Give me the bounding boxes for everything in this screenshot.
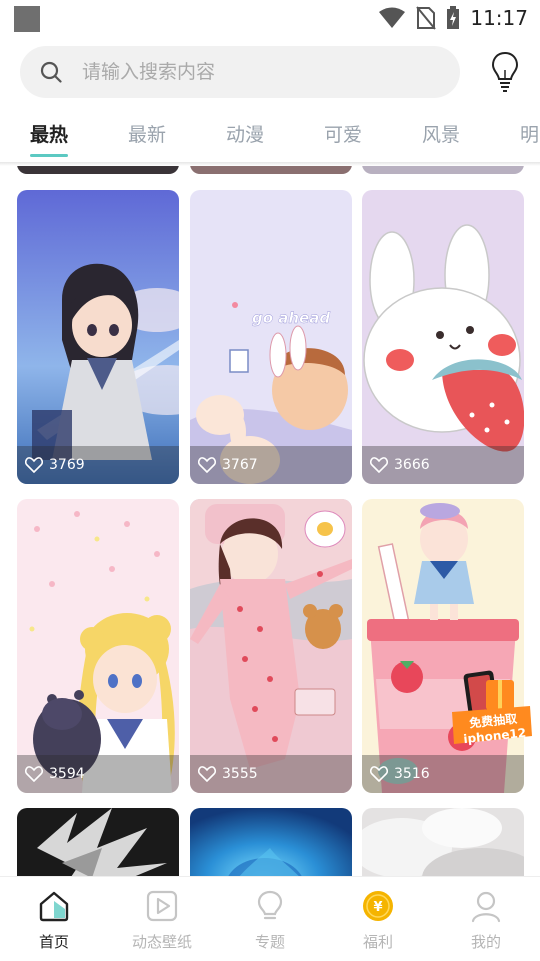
category-tabs: 最热 最新 动漫 可爱 风景 明 xyxy=(0,112,540,162)
svg-text:¥: ¥ xyxy=(373,900,382,915)
wallpaper-card[interactable] xyxy=(362,808,524,876)
nav-live-wallpaper[interactable]: 动态壁纸 xyxy=(108,877,216,961)
nav-live-wallpaper-label: 动态壁纸 xyxy=(131,933,192,951)
wallpaper-card[interactable] xyxy=(190,808,352,876)
nav-topics[interactable]: 专题 xyxy=(216,877,324,961)
wallpaper-thumbnail xyxy=(362,190,524,484)
likes-count: 3594 xyxy=(49,766,85,782)
nav-home-label: 首页 xyxy=(38,933,69,951)
search-box[interactable] xyxy=(20,46,460,98)
wallpaper-card[interactable]: 3555 xyxy=(190,499,352,793)
status-time: 11:17 xyxy=(470,6,528,30)
wallpaper-thumbnail xyxy=(17,190,179,484)
likes-bar: 3594 xyxy=(17,755,179,793)
wallpaper-thumbnail xyxy=(17,808,179,876)
tab-indicator xyxy=(30,154,68,157)
likes-bar: 3767 xyxy=(190,446,352,484)
wallpaper-card[interactable]: 3769 xyxy=(17,190,179,484)
nav-home[interactable]: 首页 xyxy=(0,877,108,961)
status-icons: 11:17 xyxy=(378,4,528,32)
bottom-nav: 首页 动态壁纸 专题 ¥ 福利 我的 xyxy=(0,876,540,960)
no-sim-icon xyxy=(416,6,437,30)
likes-count: 3555 xyxy=(222,766,258,782)
wallpaper-card-partial[interactable] xyxy=(17,166,179,174)
wallpaper-thumbnail: go ahead xyxy=(190,190,352,484)
likes-bar: 3516 xyxy=(362,755,524,793)
likes-count: 3516 xyxy=(394,766,430,782)
wallpaper-card[interactable] xyxy=(17,808,179,876)
wallpaper-grid: 3769 go ahead 3767 3666 3594 3555 3516 免… xyxy=(0,166,540,876)
likes-bar: 3769 xyxy=(17,446,179,484)
status-bar: 11:17 xyxy=(0,0,540,36)
battery-charging-icon xyxy=(447,6,460,29)
search-input[interactable] xyxy=(82,61,422,83)
wifi-icon xyxy=(379,7,406,28)
tab-scenery[interactable]: 风景 xyxy=(422,120,460,147)
heart-icon[interactable] xyxy=(370,457,388,473)
wallpaper-card-partial[interactable] xyxy=(362,166,524,174)
iphone-promo-badge[interactable]: 免费抽取 iphone12 xyxy=(446,666,536,752)
heart-icon[interactable] xyxy=(370,766,388,782)
tab-anime[interactable]: 动漫 xyxy=(226,120,264,147)
nav-topics-label: 专题 xyxy=(254,933,285,951)
wallpaper-card[interactable]: 3666 xyxy=(362,190,524,484)
tab-celebrity[interactable]: 明 xyxy=(520,120,539,147)
profile-icon xyxy=(471,891,501,923)
tab-cute[interactable]: 可爱 xyxy=(324,120,362,147)
tab-newest[interactable]: 最新 xyxy=(128,120,166,147)
svg-text:go ahead: go ahead xyxy=(252,309,330,327)
likes-count: 3666 xyxy=(394,457,430,473)
nav-welfare-label: 福利 xyxy=(362,933,393,951)
likes-bar: 3666 xyxy=(362,446,524,484)
play-icon xyxy=(146,890,178,922)
bulb-icon xyxy=(257,890,283,920)
likes-count: 3769 xyxy=(49,457,85,473)
coin-icon: ¥ xyxy=(363,891,393,921)
wallpaper-thumbnail xyxy=(17,499,179,793)
wallpaper-card-partial[interactable] xyxy=(190,166,352,174)
tab-hottest[interactable]: 最热 xyxy=(30,120,68,147)
lightbulb-icon[interactable] xyxy=(490,50,520,96)
nav-profile-label: 我的 xyxy=(470,933,501,951)
notification-icon xyxy=(14,6,40,32)
wallpaper-thumbnail xyxy=(362,808,524,876)
heart-icon[interactable] xyxy=(25,766,43,782)
wallpaper-thumbnail xyxy=(190,499,352,793)
nav-welfare[interactable]: ¥ 福利 xyxy=(324,877,432,961)
wallpaper-thumbnail xyxy=(190,808,352,876)
home-icon xyxy=(39,891,69,922)
likes-bar: 3555 xyxy=(190,755,352,793)
wallpaper-card[interactable]: 3594 xyxy=(17,499,179,793)
nav-profile[interactable]: 我的 xyxy=(432,877,540,961)
search-icon xyxy=(40,61,62,83)
likes-count: 3767 xyxy=(222,457,258,473)
heart-icon[interactable] xyxy=(198,766,216,782)
search-row xyxy=(20,46,520,100)
heart-icon[interactable] xyxy=(25,457,43,473)
heart-icon[interactable] xyxy=(198,457,216,473)
wallpaper-card[interactable]: go ahead 3767 xyxy=(190,190,352,484)
